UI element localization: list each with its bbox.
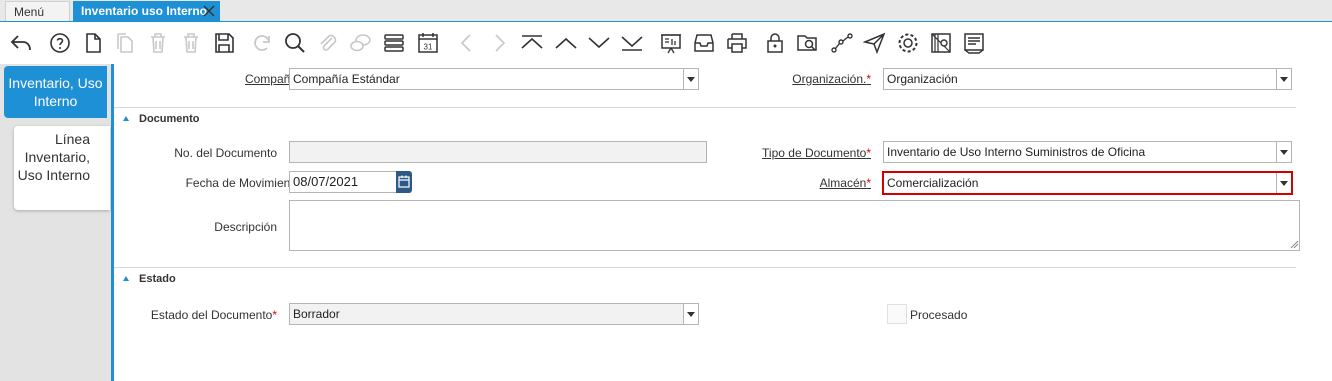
- translate-icon[interactable]: [927, 29, 955, 57]
- doc-status-label: Estado del Documento*: [150, 308, 277, 322]
- organization-label: Organización.*: [792, 72, 871, 86]
- help-icon[interactable]: [46, 29, 74, 57]
- divider: [114, 107, 1296, 108]
- previous-record-icon[interactable]: [552, 29, 580, 57]
- print-icon[interactable]: [723, 29, 751, 57]
- chevron-down-icon[interactable]: [1276, 69, 1291, 89]
- chat-icon[interactable]: [347, 29, 375, 57]
- description-textarea[interactable]: [289, 200, 1300, 251]
- tab-inventario-uso-interno[interactable]: Inventario uso Interno: [73, 1, 220, 21]
- lock-icon[interactable]: [761, 29, 789, 57]
- previous-icon[interactable]: [453, 29, 481, 57]
- section-estado[interactable]: Estado: [123, 273, 176, 285]
- copy-icon[interactable]: [111, 29, 139, 57]
- calendar-icon[interactable]: 31: [414, 29, 442, 57]
- divider: [114, 267, 1296, 268]
- warehouse-select[interactable]: Comercialización: [882, 171, 1293, 195]
- move-date-field[interactable]: 08/07/2021: [289, 171, 397, 193]
- next-record-icon[interactable]: [585, 29, 613, 57]
- doc-no-field[interactable]: [289, 141, 707, 163]
- date-picker-button[interactable]: [396, 171, 412, 193]
- collapse-icon[interactable]: [123, 276, 129, 281]
- grid-toggle-icon[interactable]: [380, 29, 408, 57]
- refresh-icon[interactable]: [248, 29, 276, 57]
- close-icon[interactable]: [202, 4, 216, 18]
- detail-tab-strip: Inventario, Uso Interno Línea Inventario…: [0, 64, 114, 381]
- attachment-icon[interactable]: [314, 29, 342, 57]
- tab-label: Inventario uso Interno: [81, 4, 208, 18]
- save-icon[interactable]: [210, 29, 238, 57]
- doc-type-select[interactable]: Inventario de Uso Interno Suministros de…: [883, 141, 1292, 163]
- calendar-icon: [398, 175, 410, 188]
- processed-label: Procesado: [910, 308, 968, 322]
- move-date-label: Fecha de Movimiento*: [185, 176, 305, 190]
- tab-linea-inventario[interactable]: Línea Inventario, Uso Interno: [14, 126, 110, 210]
- svg-text:31: 31: [424, 43, 433, 52]
- chevron-down-icon[interactable]: [1276, 173, 1291, 193]
- doc-no-label: No. del Documento: [174, 146, 277, 160]
- form-icon[interactable]: [960, 29, 988, 57]
- doc-status-select[interactable]: Borrador: [289, 303, 699, 325]
- undo-icon[interactable]: [7, 29, 35, 57]
- workflow-icon[interactable]: [828, 29, 856, 57]
- resize-handle-icon[interactable]: [1290, 240, 1299, 249]
- delete-icon[interactable]: [144, 29, 172, 57]
- next-icon[interactable]: [485, 29, 513, 57]
- section-documento[interactable]: Documento: [123, 113, 200, 125]
- chevron-down-icon[interactable]: [683, 304, 698, 324]
- doc-type-label: Tipo de Documento*: [762, 146, 871, 160]
- warehouse-label: Almacén*: [819, 176, 871, 190]
- process-icon[interactable]: [894, 29, 922, 57]
- report-icon[interactable]: [657, 29, 685, 57]
- first-record-icon[interactable]: [518, 29, 546, 57]
- collapse-icon[interactable]: [123, 116, 129, 121]
- company-select[interactable]: Compañía Estándar: [289, 68, 699, 90]
- find-icon[interactable]: [281, 29, 309, 57]
- chevron-down-icon[interactable]: [1276, 142, 1291, 162]
- tab-menu[interactable]: Menú (3): [5, 1, 70, 39]
- window-tab-bar: Menú (3) Inventario uso Interno: [0, 0, 1332, 39]
- company-label: Compañía*: [244, 72, 305, 86]
- description-label: Descripción: [214, 220, 277, 234]
- tab-inventario-uso-interno-header[interactable]: Inventario, Uso Interno: [4, 66, 107, 118]
- archive-icon[interactable]: [690, 29, 718, 57]
- new-record-icon[interactable]: [79, 29, 107, 57]
- delete-selection-icon[interactable]: [177, 29, 205, 57]
- send-icon[interactable]: [861, 29, 889, 57]
- zoom-across-icon[interactable]: [794, 29, 822, 57]
- last-record-icon[interactable]: [618, 29, 646, 57]
- chevron-down-icon[interactable]: [683, 69, 698, 89]
- processed-checkbox[interactable]: [887, 304, 907, 324]
- organization-select[interactable]: Organización: [883, 68, 1292, 90]
- toolbar: 31: [0, 22, 1332, 64]
